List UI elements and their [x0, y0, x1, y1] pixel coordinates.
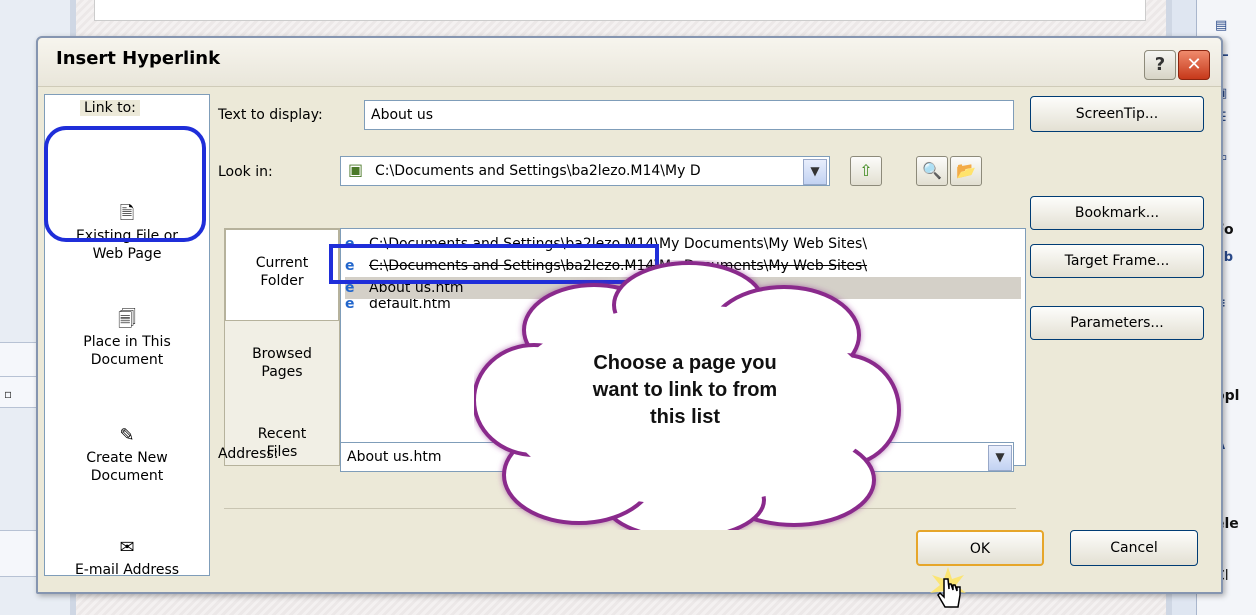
text-to-display-label: Text to display: — [218, 107, 323, 123]
callout-line: this list — [649, 406, 720, 428]
place-label: Folder — [260, 273, 304, 289]
look-in-value: C:\Documents and Settings\ba2lezo.M14\My… — [375, 163, 701, 179]
place-in-document-icon: 🗐 — [118, 309, 136, 330]
link-item-label: Create New — [86, 450, 168, 466]
browse-file-icon[interactable]: 📂 — [950, 156, 982, 186]
link-item-label: Document — [90, 352, 164, 368]
look-in-label: Look in: — [218, 164, 273, 180]
places-panel: Current Folder Browsed Pages Recent File… — [224, 228, 340, 466]
callout-line: want to link to from — [592, 379, 778, 401]
text-to-display-input[interactable]: About us — [364, 100, 1014, 130]
place-browsed-pages[interactable]: Browsed Pages — [225, 345, 339, 381]
link-item-label: Document — [90, 468, 164, 484]
screentip-button[interactable]: ScreenTip... — [1030, 96, 1204, 132]
format-icon[interactable]: ▤ — [1215, 18, 1235, 34]
hand-cursor-icon — [930, 567, 966, 608]
link-to-email-address[interactable]: ✉ E-mail Address — [51, 537, 203, 579]
folder-icon: ▣ — [348, 160, 364, 179]
link-item-label: E-mail Address — [74, 562, 180, 578]
dialog-titlebar[interactable]: Insert Hyperlink ? ✕ — [38, 38, 1221, 87]
look-in-select[interactable]: C:\Documents and Settings\ba2lezo.M14\My… — [340, 156, 830, 186]
link-to-label: Link to: — [80, 100, 140, 116]
up-one-folder-icon[interactable]: ⇧ — [850, 156, 882, 186]
close-button[interactable]: ✕ — [1178, 50, 1210, 80]
link-to-create-new-document[interactable]: ✎ Create New Document — [51, 425, 203, 485]
annotation-oval — [44, 126, 206, 242]
place-label: Current — [255, 255, 309, 271]
target-frame-button[interactable]: Target Frame... — [1030, 244, 1204, 278]
place-label: Recent — [257, 426, 307, 442]
chevron-down-icon[interactable]: ▼ — [988, 445, 1012, 471]
box-icon: ▫ — [4, 387, 13, 401]
document-page — [94, 0, 1146, 21]
create-new-document-icon: ✎ — [119, 425, 135, 446]
bookmark-button[interactable]: Bookmark... — [1030, 196, 1204, 230]
help-button[interactable]: ? — [1144, 50, 1176, 80]
place-label: Browsed — [252, 346, 312, 362]
link-item-label: Place in This — [83, 334, 171, 350]
chevron-down-icon[interactable]: ▼ — [803, 159, 827, 185]
address-label: Address: — [218, 446, 279, 462]
ie-page-icon: e — [345, 299, 355, 312]
place-current-folder[interactable]: Current Folder — [225, 229, 339, 321]
cancel-button[interactable]: Cancel — [1070, 530, 1198, 566]
link-item-label: Web Page — [92, 246, 162, 262]
browse-web-icon[interactable]: 🔍 — [916, 156, 948, 186]
email-address-icon: ✉ — [119, 537, 135, 558]
file-name: default.htm — [369, 299, 451, 312]
parameters-button[interactable]: Parameters... — [1030, 306, 1204, 340]
link-to-place-in-document[interactable]: 🗐 Place in This Document — [51, 309, 203, 369]
ok-button[interactable]: OK — [916, 530, 1044, 566]
place-label: Pages — [261, 364, 303, 380]
callout-line: Choose a page you — [593, 352, 777, 374]
dialog-title: Insert Hyperlink — [56, 48, 221, 69]
callout-text: Choose a page you want to link to from t… — [520, 350, 850, 431]
